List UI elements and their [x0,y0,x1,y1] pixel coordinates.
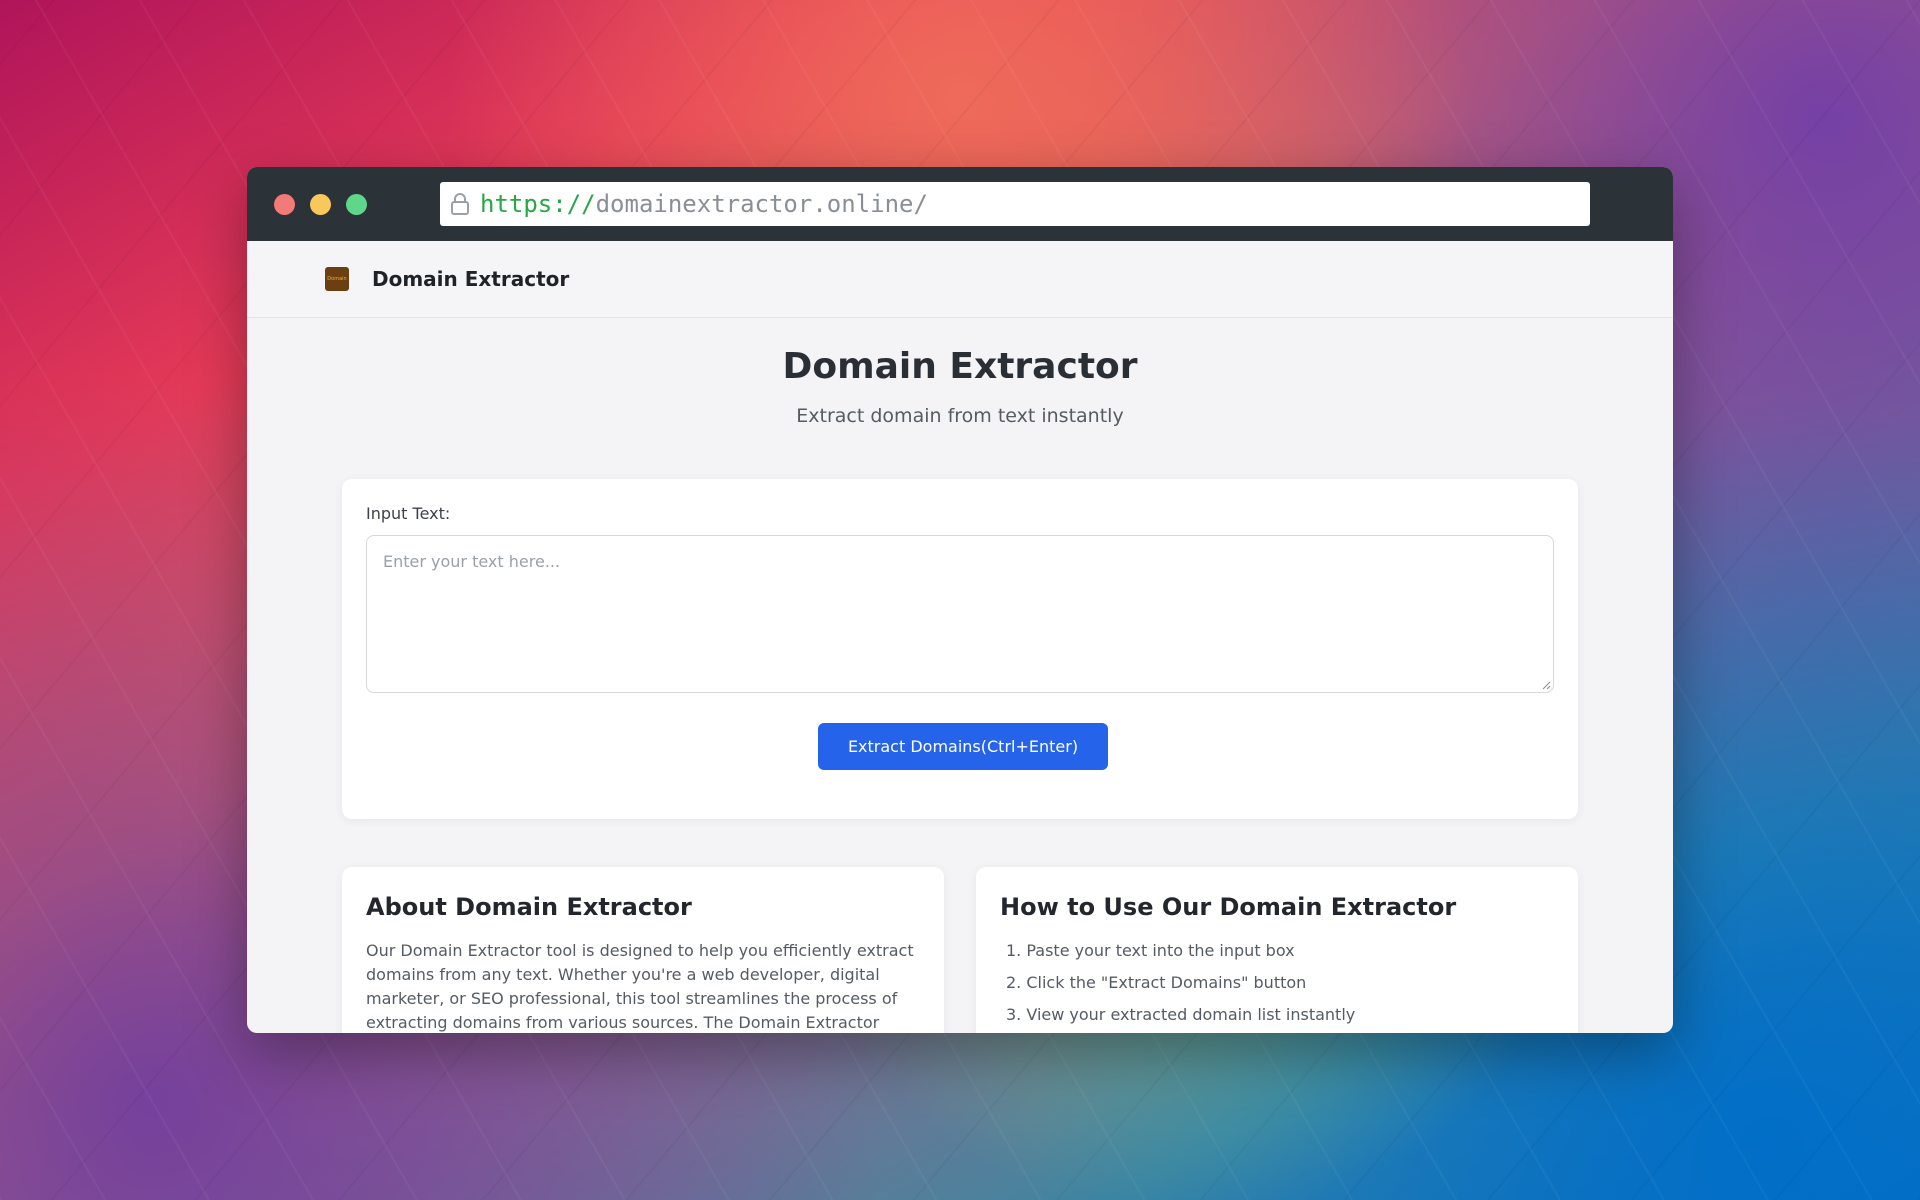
about-card: About Domain Extractor Our Domain Extrac… [342,867,944,1033]
site-header: Domain Domain Extractor [247,241,1673,318]
browser-window: https://domainextractor.online/ Domain D… [247,167,1673,1033]
resize-handle-icon[interactable] [1542,681,1551,690]
maximize-window-button[interactable] [346,194,367,215]
list-item: 2. Click the "Extract Domains" button [1006,973,1307,992]
address-bar[interactable]: https://domainextractor.online/ [440,182,1590,226]
how-to-steps: 1. Paste your text into the input box 2.… [1000,939,1355,1033]
extractor-card: Input Text: Extract Domains(Ctrl+Enter) [342,479,1578,819]
logo-text: Domain [327,276,347,282]
list-item: 1. Paste your text into the input box [1006,941,1295,960]
hero-section: Domain Extractor Extract domain from tex… [247,318,1673,427]
how-to-title: How to Use Our Domain Extractor [1000,893,1457,921]
site-name-link[interactable]: Domain Extractor [372,267,569,291]
about-title: About Domain Extractor [366,893,692,921]
close-window-button[interactable] [274,194,295,215]
minimize-window-button[interactable] [310,194,331,215]
site-logo[interactable]: Domain [325,267,349,291]
url-scheme: https:// [480,190,596,218]
page-title: Domain Extractor [782,346,1138,387]
extract-domains-button[interactable]: Extract Domains(Ctrl+Enter) [818,723,1108,770]
how-to-card: How to Use Our Domain Extractor 1. Paste… [976,867,1578,1033]
input-text-label: Input Text: [366,504,451,523]
about-text: Our Domain Extractor tool is designed to… [366,941,914,1032]
lock-icon [451,193,469,215]
input-text-area[interactable] [366,535,1554,693]
list-item: 3. View your extracted domain list insta… [1006,1005,1356,1024]
url-host: domainextractor.online/ [595,190,928,218]
browser-titlebar: https://domainextractor.online/ [247,167,1673,241]
page-subtitle: Extract domain from text instantly [796,405,1124,427]
